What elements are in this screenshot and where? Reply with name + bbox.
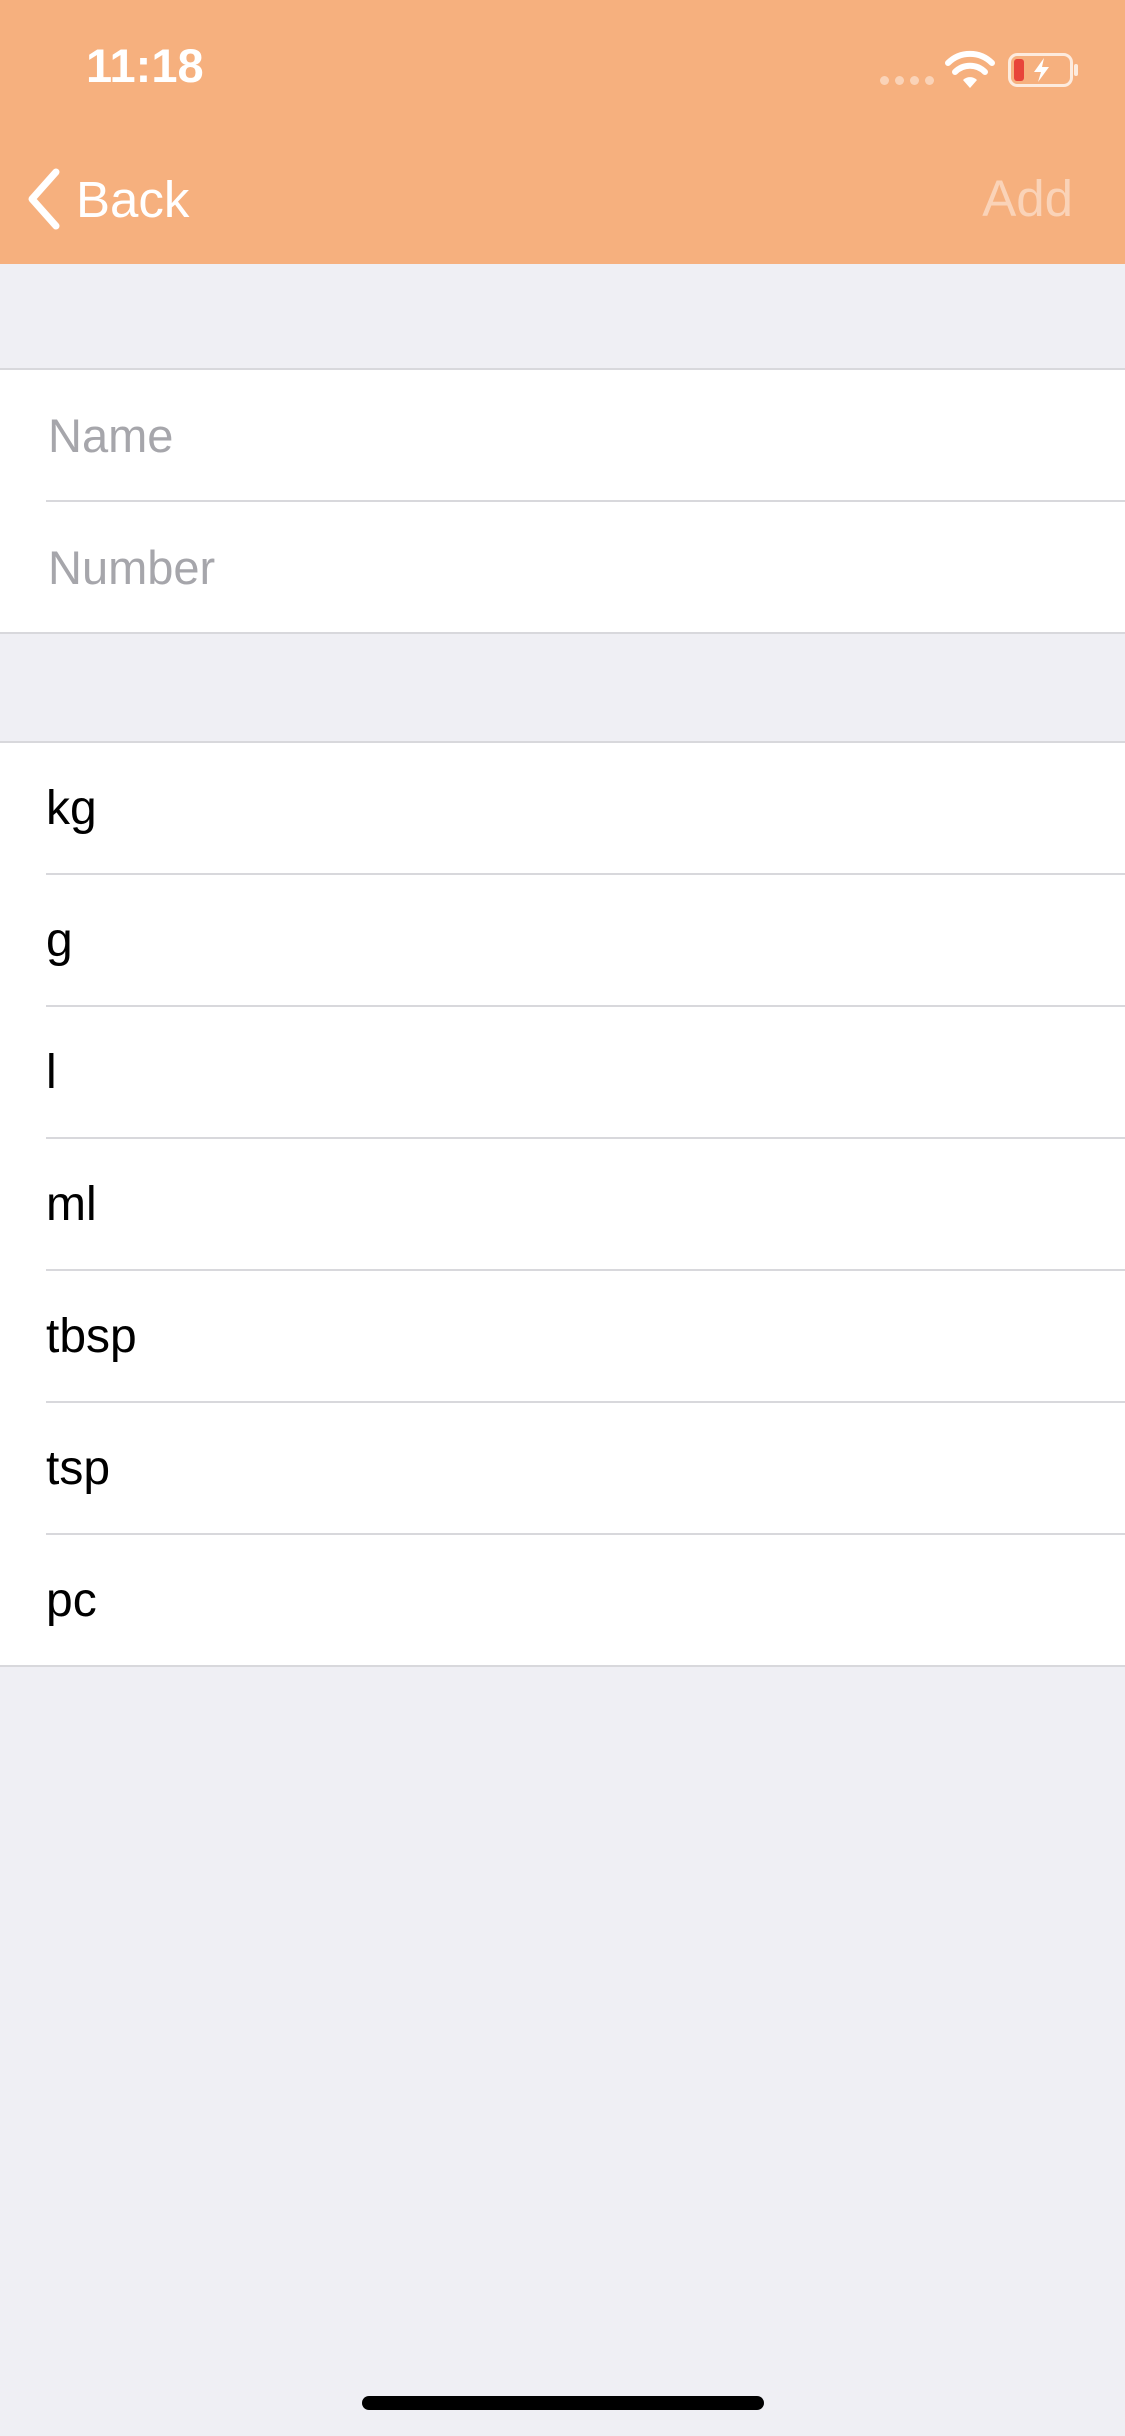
unit-item-g[interactable]: g — [0, 875, 1125, 1007]
back-button[interactable]: Back — [24, 166, 189, 232]
name-input[interactable] — [48, 370, 1088, 500]
cellular-signal-icon — [880, 76, 934, 86]
unit-label: tsp — [46, 1442, 111, 1495]
unit-label: g — [46, 914, 73, 967]
unit-item-pc[interactable]: pc — [0, 1535, 1125, 1667]
unit-item-tsp[interactable]: tsp — [0, 1403, 1125, 1535]
number-cell — [0, 502, 1125, 634]
status-time: 11:18 — [86, 39, 204, 92]
wifi-icon — [945, 50, 995, 88]
unit-item-l[interactable]: l — [0, 1007, 1125, 1139]
nav-row: Back Add — [0, 132, 1125, 264]
home-indicator[interactable] — [362, 2396, 764, 2410]
unit-label: kg — [46, 782, 97, 835]
unit-label: pc — [46, 1574, 97, 1627]
number-input[interactable] — [48, 502, 1088, 632]
status-bar: 11:18 — [0, 0, 1125, 132]
navigation-bar: 11:18 Back Add — [0, 0, 1125, 264]
name-cell — [0, 370, 1125, 502]
unit-item-ml[interactable]: ml — [0, 1139, 1125, 1271]
back-label: Back — [76, 170, 190, 228]
chevron-left-icon — [28, 168, 60, 230]
unit-item-tbsp[interactable]: tbsp — [0, 1271, 1125, 1403]
add-button[interactable]: Add — [982, 169, 1073, 228]
unit-label: ml — [46, 1178, 97, 1231]
units-list: kg g l ml tbsp tsp pc — [0, 741, 1125, 1667]
unit-label: l — [46, 1046, 57, 1099]
unit-item-kg[interactable]: kg — [0, 743, 1125, 875]
battery-charging-icon — [1008, 53, 1078, 87]
form-section — [0, 368, 1125, 634]
unit-label: tbsp — [46, 1310, 137, 1363]
